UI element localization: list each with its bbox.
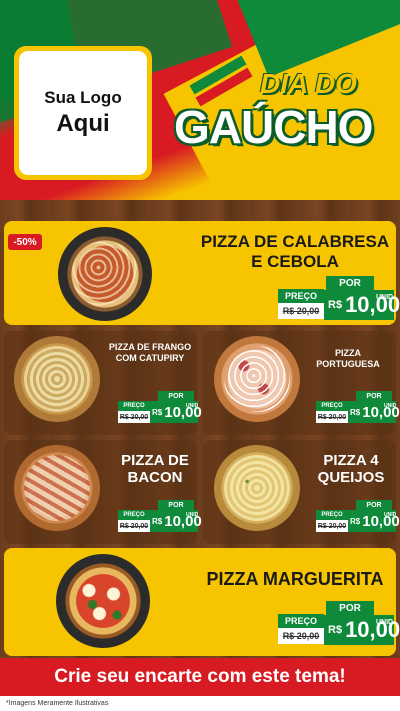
por-label: POR xyxy=(356,500,392,510)
currency: R$ xyxy=(350,516,361,526)
currency: R$ xyxy=(152,407,163,417)
header-banner: Sua Logo Aqui DIA DO GAÚCHO xyxy=(0,0,400,200)
currency: R$ xyxy=(152,516,163,526)
price-tag: POR PREÇO R$ 20,00 R$ 10,00 UNID xyxy=(316,391,400,423)
pizza-frango-image xyxy=(14,336,100,422)
pizza-portuguesa-image xyxy=(214,336,300,422)
price-tag: POR PREÇO R$ 20,00 R$ 10,00 UNID xyxy=(278,601,400,645)
currency: R$ xyxy=(328,299,343,311)
por-label: POR xyxy=(158,500,194,510)
preco-label: PREÇO xyxy=(316,510,348,520)
discount-badge: -50% xyxy=(8,234,42,250)
logo-inner: Sua Logo Aqui xyxy=(19,51,147,175)
title-line-2: GAÚCHO xyxy=(174,101,373,153)
unit-label: UNID xyxy=(384,512,397,518)
unit-label: UNID xyxy=(376,619,394,626)
old-price: R$ 20,00 xyxy=(278,628,324,644)
price-tag: POR PREÇO R$ 20,00 R$ 10,00 UNID xyxy=(316,500,400,532)
product-name: PIZZA DE BACON xyxy=(121,452,189,486)
preco-label: PREÇO xyxy=(278,614,324,628)
pizza-bacon-image xyxy=(14,445,100,531)
unit-label: UNID xyxy=(384,403,397,409)
logo-line-1: Sua Logo xyxy=(44,88,122,107)
por-label: POR xyxy=(326,276,374,290)
pizza-marguerita-image xyxy=(56,554,150,648)
price-tag: POR PREÇO R$ 20,00 R$ 10,00 UNID xyxy=(278,276,400,320)
product-name: PIZZA 4 QUEIJOS xyxy=(317,452,385,486)
logo-placeholder[interactable]: Sua Logo Aqui xyxy=(14,46,152,180)
product-name: PIZZA DE CALABRESA E CEBOLA xyxy=(200,232,390,271)
cta-text: Crie seu encarte com este tema! xyxy=(54,666,346,687)
por-label: POR xyxy=(158,391,194,401)
pizza-4-queijos-image xyxy=(214,445,300,531)
unit-label: UNID xyxy=(376,294,394,301)
por-label: POR xyxy=(326,601,374,615)
logo-line-2: Aqui xyxy=(56,110,110,137)
old-price: R$ 20,00 xyxy=(118,520,150,532)
product-name: PIZZA PORTUGUESA xyxy=(316,348,380,369)
title-line-1: DIA DO xyxy=(260,68,357,99)
currency: R$ xyxy=(328,624,343,636)
preco-label: PREÇO xyxy=(278,289,324,303)
flag-icon xyxy=(188,55,259,119)
disclaimer: *Imagens Meramente Ilustrativas xyxy=(0,696,400,711)
cta-banner[interactable]: Crie seu encarte com este tema! xyxy=(0,658,400,696)
event-title: DIA DO GAÚCHO xyxy=(170,55,395,168)
old-price: R$ 20,00 xyxy=(118,411,150,423)
pizza-calabresa-image xyxy=(58,227,152,321)
preco-label: PREÇO xyxy=(316,401,348,411)
unit-label: UNID xyxy=(186,512,199,518)
currency: R$ xyxy=(350,407,361,417)
old-price: R$ 20,00 xyxy=(278,303,324,319)
price-tag: POR PREÇO R$ 20,00 R$ 10,00 UNID xyxy=(118,500,202,532)
por-label: POR xyxy=(356,391,392,401)
product-name: PIZZA DE FRANGO COM CATUPIRY xyxy=(108,342,192,363)
unit-label: UNID xyxy=(186,403,199,409)
product-name: PIZZA MARGUERITA xyxy=(206,569,384,589)
old-price: R$ 20,00 xyxy=(316,411,348,423)
old-price: R$ 20,00 xyxy=(316,520,348,532)
preco-label: PREÇO xyxy=(118,510,150,520)
preco-label: PREÇO xyxy=(118,401,150,411)
price-tag: POR PREÇO R$ 20,00 R$ 10,00 UNID xyxy=(118,391,202,423)
